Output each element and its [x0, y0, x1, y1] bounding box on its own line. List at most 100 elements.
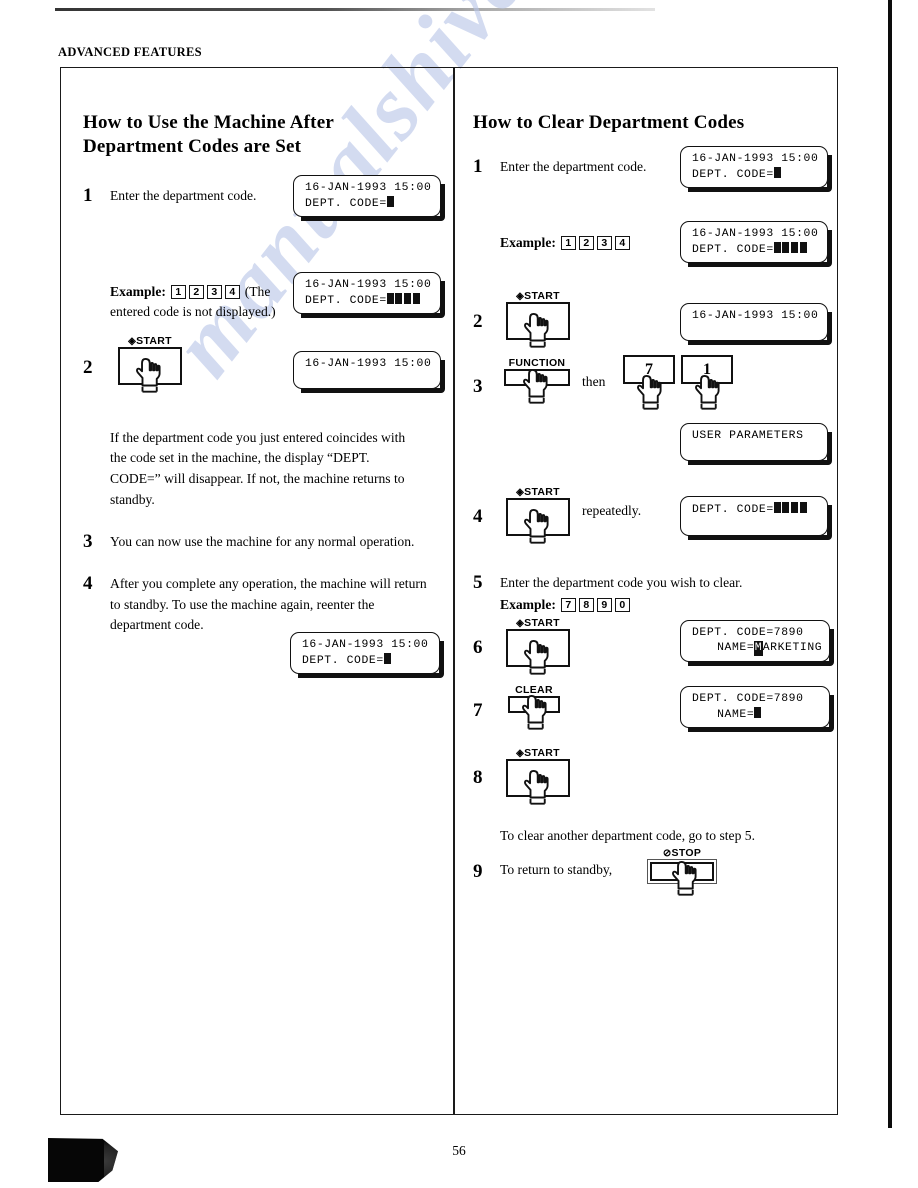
start-button[interactable]: ◈START — [506, 616, 570, 675]
function-button-label: FUNCTION — [508, 357, 566, 370]
button-face[interactable] — [650, 862, 714, 882]
stop-circle-icon: ⊘ — [662, 848, 672, 860]
lcd-cursor-block — [754, 706, 762, 718]
start-diamond-icon: ◈ — [128, 335, 137, 347]
lcd-line-1: 16-JAN-1993 15:00 — [692, 153, 819, 166]
lcd-cursor-blocks — [773, 242, 807, 259]
lcd-display: 16-JAN-1993 15:00 DEPT. CODE= — [290, 631, 444, 678]
right-note-step5: To clear another department code, go to … — [473, 826, 823, 847]
button-face[interactable]: 7 — [623, 355, 675, 385]
right-step-5: 5 Enter the department code you wish to … — [473, 573, 823, 615]
stop-button[interactable]: ⊘STOP — [647, 847, 717, 896]
stop-button-bezel — [647, 859, 717, 885]
right-step-2: 2 ◈START 16-JAN-1993 15:00 — [473, 291, 832, 363]
button-face[interactable] — [506, 302, 570, 341]
function-button[interactable]: FUNCTION — [504, 357, 570, 404]
lcd-line-1: 16-JAN-1993 15:00 — [692, 228, 819, 241]
start-button-label: ◈START — [516, 616, 560, 629]
keycap-1: 1 — [170, 284, 186, 299]
step-text: You can now use the machine for any norm… — [110, 534, 415, 550]
keycap-0: 0 — [614, 597, 630, 612]
key-7-button[interactable]: 7 — [623, 355, 675, 410]
lcd-display: DEPT. CODE= — [680, 496, 832, 541]
keycap-4: 4 — [224, 284, 240, 299]
example-label: Example: — [500, 235, 556, 251]
step-number: 9 — [473, 861, 483, 883]
keycap-7: 7 — [560, 597, 576, 612]
start-diamond-icon: ◈ — [516, 747, 525, 759]
lcd-line-1: DEPT. CODE=7890 — [692, 626, 804, 639]
note-text: If the department code you just entered … — [110, 429, 406, 507]
lcd-line-2: NAME=MARKETING — [692, 640, 823, 656]
start-button-label: ◈START — [516, 746, 560, 759]
running-head: ADVANCED FEATURES — [58, 44, 202, 61]
lcd-line-1: DEPT. CODE= — [692, 502, 819, 519]
keycap-2: 2 — [188, 284, 204, 299]
lcd-display: 16-JAN-1993 15:00 DEPT. CODE= — [680, 221, 832, 268]
step-number: 2 — [83, 356, 93, 378]
scan-artifact-top-line — [55, 8, 655, 11]
lcd-line-1: DEPT. CODE=7890 — [692, 692, 804, 705]
key-1-button[interactable]: 1 — [681, 355, 733, 410]
running-head-text: ADVANCED FEATURES — [58, 45, 202, 59]
lcd-cursor-blocks — [773, 502, 807, 519]
button-face[interactable] — [118, 346, 182, 385]
lcd-line-2: DEPT. CODE= — [692, 167, 819, 183]
lcd-display: 16-JAN-1993 15:00 DEPT. CODE= — [293, 271, 445, 318]
start-button-label: ◈START — [516, 486, 560, 499]
lcd-line-2: DEPT. CODE= — [302, 652, 431, 669]
right-column: How to Clear Department Codes 1 Enter th… — [455, 68, 839, 1114]
lcd-name-value: NAME=MARKETING — [717, 640, 823, 656]
keycap-4: 4 — [614, 236, 630, 251]
lcd-cursor-blocks — [386, 292, 420, 310]
start-diamond-icon: ◈ — [516, 291, 525, 303]
lcd-line-2: DEPT. CODE= — [305, 292, 432, 310]
start-button[interactable]: ◈START — [506, 291, 570, 348]
lcd-display: 16-JAN-1993 15:00 — [293, 350, 445, 393]
left-step-4: 4 After you complete any operation, the … — [83, 574, 444, 678]
lcd-line-1: USER PARAMETERS — [692, 430, 804, 443]
lcd-cursor-block — [773, 167, 781, 179]
left-step-3: 3 You can now use the machine for any no… — [83, 532, 431, 553]
clear-button-label: CLEAR — [515, 683, 553, 696]
button-face[interactable] — [508, 695, 560, 713]
stop-button-label: ⊘STOP — [662, 847, 702, 860]
left-note-paragraph: If the department code you just entered … — [83, 428, 431, 511]
example-text: Example: 1234 (The entered code is not d… — [110, 282, 288, 323]
lcd-line-1: 16-JAN-1993 15:00 — [305, 278, 432, 291]
step-number: 3 — [473, 376, 483, 398]
start-button[interactable]: ◈START — [506, 746, 570, 805]
left-step-1: 1 Enter the department code. 16-JAN-1993… — [83, 174, 445, 244]
lcd-display: 16-JAN-1993 15:00 — [680, 303, 832, 346]
step-number: 1 — [473, 156, 483, 178]
step-number: 7 — [473, 699, 483, 721]
step-text: Enter the department code. — [500, 159, 647, 175]
content-frame: How to Use the Machine After Department … — [60, 67, 838, 1115]
lcd-line-1: 16-JAN-1993 15:00 — [302, 638, 429, 651]
button-face[interactable] — [506, 628, 570, 667]
step-number: 5 — [473, 572, 483, 594]
start-button[interactable]: ◈START — [506, 486, 570, 544]
example-text: Example: 1234 — [500, 233, 675, 254]
right-section-title: How to Clear Department Codes — [473, 112, 745, 133]
lcd-display: USER PARAMETERS — [680, 423, 832, 466]
keycap-2: 2 — [578, 236, 594, 251]
repeatedly-label: repeatedly. — [582, 503, 642, 519]
step-text: To return to standby, — [500, 862, 613, 878]
button-face[interactable]: 1 — [681, 355, 733, 385]
button-face[interactable] — [504, 369, 570, 387]
start-diamond-icon: ◈ — [516, 617, 525, 629]
lcd-line-2: DEPT. CODE= — [692, 242, 819, 259]
button-face[interactable] — [506, 498, 570, 537]
left-section-title: How to Use the Machine After Department … — [83, 112, 334, 158]
then-label: then — [582, 374, 606, 390]
start-button[interactable]: ◈START — [118, 335, 182, 393]
lcd-cursor-block — [383, 652, 391, 664]
right-step-4: 4 ◈START repeatedly. DEPT. CODE= — [473, 486, 832, 563]
example-label: Example: — [110, 283, 166, 299]
lcd-line-1: 16-JAN-1993 15:00 — [305, 357, 432, 370]
clear-button[interactable]: CLEAR — [508, 683, 560, 730]
button-face[interactable] — [506, 758, 570, 797]
keycap-9: 9 — [596, 597, 612, 612]
start-diamond-icon: ◈ — [516, 487, 525, 499]
